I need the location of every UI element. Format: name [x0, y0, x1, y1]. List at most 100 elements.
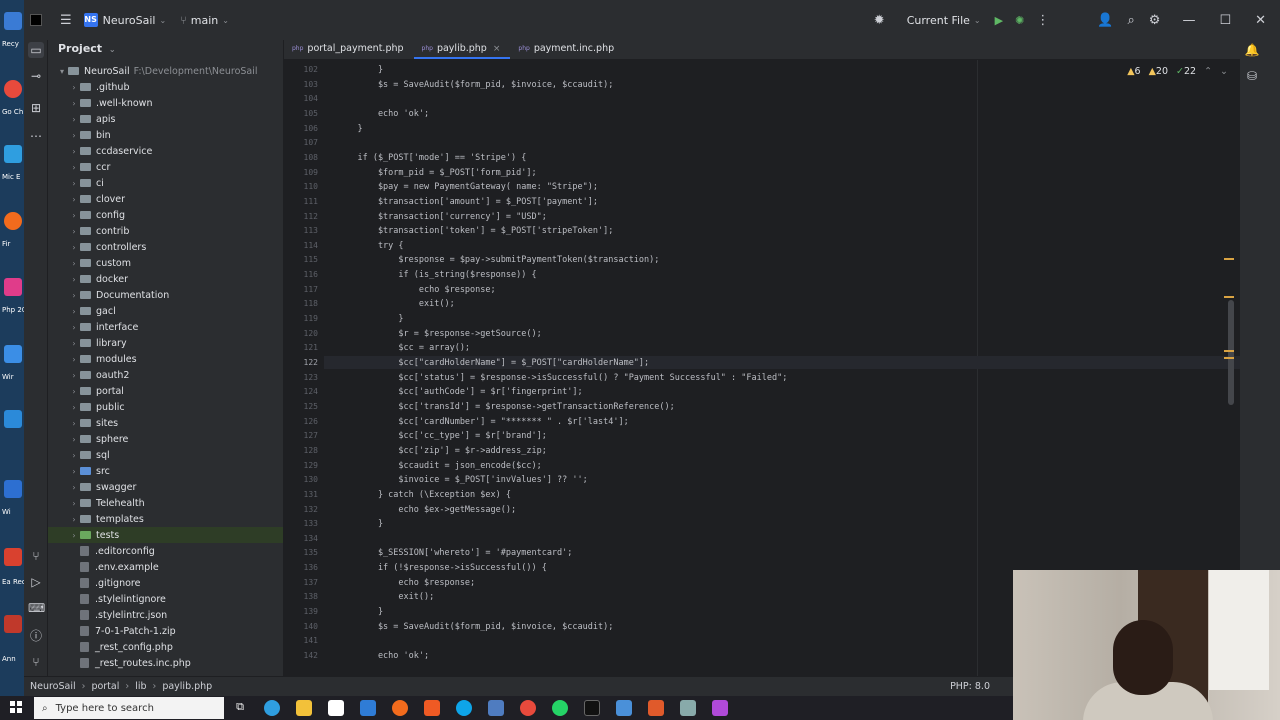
- chevron-right-icon[interactable]: ›: [68, 371, 80, 380]
- tree-folder[interactable]: › Documentation: [48, 287, 283, 303]
- structure-tool-icon[interactable]: ⊞: [28, 100, 44, 116]
- chevron-right-icon[interactable]: ›: [68, 259, 80, 268]
- chevron-right-icon[interactable]: ›: [68, 323, 80, 332]
- chevron-right-icon[interactable]: ›: [68, 163, 80, 172]
- tree-folder[interactable]: › templates: [48, 511, 283, 527]
- tree-folder[interactable]: › .well-known: [48, 95, 283, 111]
- chevron-right-icon[interactable]: ›: [68, 355, 80, 364]
- breadcrumb-item[interactable]: portal: [91, 681, 119, 692]
- editor-scrollbar[interactable]: [1228, 300, 1234, 405]
- code-line[interactable]: $ccaudit = json_encode($cc);: [337, 461, 541, 471]
- tree-folder[interactable]: › gacl: [48, 303, 283, 319]
- tree-folder[interactable]: › portal: [48, 383, 283, 399]
- tree-file[interactable]: 7-0-1-Patch-1.zip: [48, 623, 283, 639]
- app-icon[interactable]: [4, 480, 22, 498]
- code-line[interactable]: exit();: [337, 592, 434, 602]
- tree-folder[interactable]: › swagger: [48, 479, 283, 495]
- mail-icon[interactable]: [360, 700, 376, 716]
- firefox-icon[interactable]: [392, 700, 408, 716]
- tree-folder[interactable]: › tests: [48, 527, 283, 543]
- code-line[interactable]: }: [337, 124, 362, 134]
- more-actions-icon[interactable]: ⋮: [1036, 13, 1049, 28]
- code-line[interactable]: }: [337, 607, 383, 617]
- code-line[interactable]: $s = SaveAudit($form_pid, $invoice, $cca…: [337, 80, 613, 90]
- task-view-icon[interactable]: ⧉: [232, 700, 248, 716]
- error-stripe-mark[interactable]: [1224, 350, 1234, 352]
- chevron-down-icon[interactable]: ▾: [56, 67, 68, 76]
- app-icon[interactable]: [488, 700, 504, 716]
- chevron-right-icon[interactable]: ›: [68, 147, 80, 156]
- chevron-right-icon[interactable]: ›: [68, 435, 80, 444]
- code-line[interactable]: echo 'ok';: [337, 651, 429, 661]
- tree-folder[interactable]: › public: [48, 399, 283, 415]
- file-explorer-icon[interactable]: [296, 700, 312, 716]
- chevron-right-icon[interactable]: ›: [68, 99, 80, 108]
- tree-folder[interactable]: › controllers: [48, 239, 283, 255]
- tree-folder[interactable]: › oauth2: [48, 367, 283, 383]
- code-line[interactable]: if (is_string($response)) {: [337, 270, 536, 280]
- windows-start-icon[interactable]: [10, 701, 22, 713]
- maximize-button[interactable]: ☐: [1219, 13, 1231, 28]
- commit-tool-icon[interactable]: ⊸: [28, 68, 44, 84]
- chevron-right-icon[interactable]: ›: [68, 243, 80, 252]
- chevron-right-icon[interactable]: ›: [68, 451, 80, 460]
- edge-icon[interactable]: [4, 145, 22, 163]
- breadcrumb-item[interactable]: paylib.php: [162, 681, 212, 692]
- code-line[interactable]: }: [337, 65, 383, 75]
- chevron-right-icon[interactable]: ›: [68, 531, 80, 540]
- code-line[interactable]: $cc['status'] = $response->isSuccessful(…: [337, 373, 787, 383]
- code-line[interactable]: if ($_POST['mode'] == 'Stripe') {: [337, 153, 526, 163]
- phpstorm-icon[interactable]: [4, 278, 22, 296]
- editor-tab[interactable]: php paylib.php ×: [413, 43, 511, 59]
- chevron-right-icon[interactable]: ›: [68, 403, 80, 412]
- breadcrumb-item[interactable]: lib: [135, 681, 146, 692]
- code-line[interactable]: $cc = array();: [337, 343, 470, 353]
- code-line[interactable]: $_SESSION['whereto'] = '#paymentcard';: [337, 548, 572, 558]
- code-line[interactable]: echo $ex->getMessage();: [337, 505, 516, 515]
- tree-folder[interactable]: › docker: [48, 271, 283, 287]
- add-user-icon[interactable]: 👤: [1097, 13, 1113, 28]
- chrome-icon[interactable]: [520, 700, 536, 716]
- taskbar-search-box[interactable]: ⌕ Type here to search: [34, 697, 224, 719]
- chevron-right-icon[interactable]: ›: [68, 515, 80, 524]
- code-line[interactable]: $pay = new PaymentGateway( name: "Stripe…: [337, 182, 598, 192]
- code-line[interactable]: try {: [337, 241, 404, 251]
- tree-folder[interactable]: › modules: [48, 351, 283, 367]
- error-stripe-mark[interactable]: [1224, 357, 1234, 359]
- tree-file[interactable]: .stylelintignore: [48, 591, 283, 607]
- tree-file[interactable]: _rest_routes.inc.php: [48, 655, 283, 671]
- store-icon[interactable]: [328, 700, 344, 716]
- inspection-widget[interactable]: ▲6 ▲20 ✓22 ⌃ ⌄: [1127, 66, 1228, 77]
- debug-icon[interactable]: ✺: [1015, 14, 1024, 27]
- tree-file[interactable]: _rest_config.php: [48, 639, 283, 655]
- app-icon[interactable]: [616, 700, 632, 716]
- chevron-up-icon[interactable]: ⌃: [1204, 66, 1212, 77]
- main-menu-button[interactable]: ☰: [60, 13, 72, 28]
- chevron-right-icon[interactable]: ›: [68, 211, 80, 220]
- chevron-right-icon[interactable]: ›: [68, 115, 80, 124]
- tree-folder[interactable]: › apis: [48, 111, 283, 127]
- app-icon[interactable]: [648, 700, 664, 716]
- tree-folder[interactable]: › sites: [48, 415, 283, 431]
- breadcrumb-item[interactable]: NeuroSail: [30, 681, 76, 692]
- minimize-button[interactable]: —: [1182, 13, 1195, 28]
- code-line[interactable]: } catch (\Exception $ex) {: [337, 490, 511, 500]
- tree-folder[interactable]: › custom: [48, 255, 283, 271]
- tree-folder[interactable]: › config: [48, 207, 283, 223]
- tree-folder[interactable]: › contrib: [48, 223, 283, 239]
- skype-icon[interactable]: [456, 700, 472, 716]
- editor-tab[interactable]: php payment.inc.php: [510, 43, 624, 59]
- recorder-icon[interactable]: [4, 548, 22, 566]
- terminal-tool-icon[interactable]: ⌨: [28, 600, 45, 616]
- code-line[interactable]: $invoice = $_POST['invValues'] ?? '';: [337, 475, 587, 485]
- code-line[interactable]: $cc['cardNumber'] = "******* " . $r['las…: [337, 417, 628, 427]
- close-button[interactable]: ✕: [1255, 13, 1266, 28]
- project-tool-icon[interactable]: ▭: [28, 42, 44, 58]
- code-line[interactable]: $transaction['token'] = $_POST['stripeTo…: [337, 226, 613, 236]
- code-line[interactable]: $r = $response->getSource();: [337, 329, 541, 339]
- tree-folder[interactable]: › clover: [48, 191, 283, 207]
- chevron-right-icon[interactable]: ›: [68, 131, 80, 140]
- notifications-icon[interactable]: 🔔: [1244, 42, 1260, 58]
- recycle-bin-icon[interactable]: [4, 12, 22, 30]
- code-line[interactable]: $cc["cardHolderName"] = $_POST["cardHold…: [337, 358, 649, 368]
